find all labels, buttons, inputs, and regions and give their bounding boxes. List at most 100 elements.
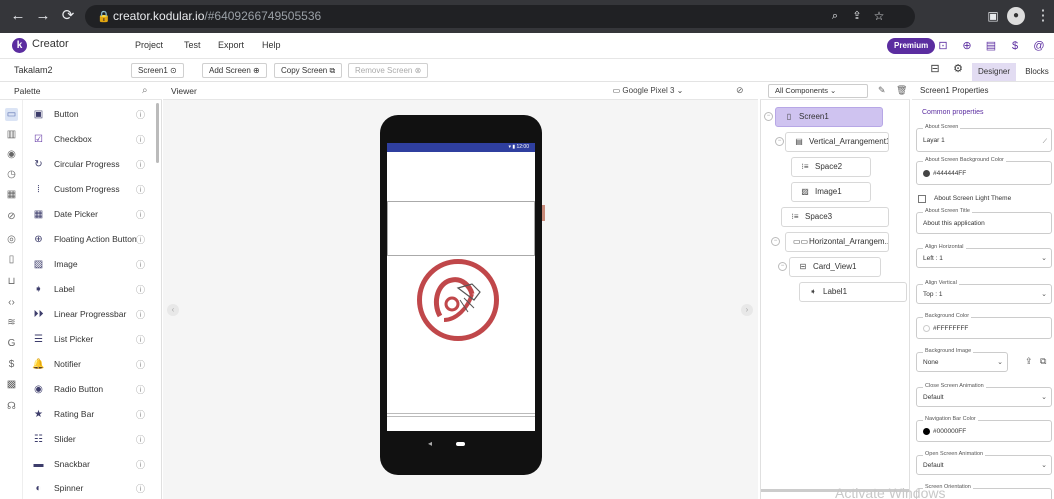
- reload-icon[interactable]: ⟳: [58, 6, 78, 26]
- copy-screen-button[interactable]: Copy Screen ⧉: [274, 63, 343, 78]
- back-icon[interactable]: ←: [8, 6, 28, 26]
- component-card-view1[interactable]: ⊟ Card_View1: [789, 257, 881, 277]
- category-social-icon[interactable]: ◎: [5, 233, 18, 246]
- kebab-menu-icon[interactable]: ⋮: [1033, 6, 1053, 26]
- category-drawing-icon[interactable]: ◷: [5, 168, 18, 181]
- collapse-icon[interactable]: −: [764, 112, 773, 121]
- palette-item-floating-action-button[interactable]: ⊕ Floating Action Button ⓘ: [32, 230, 152, 250]
- palette-item-rating-bar[interactable]: ★ Rating Bar ⓘ: [32, 405, 152, 425]
- billing-icon[interactable]: $: [1008, 38, 1022, 54]
- palette-item-label[interactable]: ➧ Label ⓘ: [32, 280, 152, 300]
- component-vertical-arrangement1[interactable]: ▤ Vertical_Arrangement1: [785, 132, 889, 152]
- category-maps-icon[interactable]: ▦: [5, 188, 18, 201]
- palette-item-button[interactable]: ▣ Button ⓘ: [32, 105, 152, 125]
- close-screen-animation-select[interactable]: Close Screen Animation Default ⌄: [916, 383, 1052, 407]
- app-logo-image[interactable]: [417, 259, 499, 341]
- info-icon[interactable]: ⓘ: [136, 433, 145, 446]
- category-monetization-icon[interactable]: $: [5, 358, 18, 371]
- palette-item-radio-button[interactable]: ◉ Radio Button ⓘ: [32, 380, 152, 400]
- open-screen-animation-select[interactable]: Open Screen Animation Default ⌄: [916, 451, 1052, 475]
- share-icon[interactable]: ⇪: [847, 6, 867, 26]
- info-icon[interactable]: ⓘ: [136, 308, 145, 321]
- category-lego-icon[interactable]: ≋: [5, 316, 18, 329]
- category-dynamic-icon[interactable]: ☊: [5, 400, 18, 413]
- blocks-tab[interactable]: Blocks: [1020, 63, 1054, 81]
- info-icon[interactable]: ⓘ: [136, 383, 145, 396]
- info-icon[interactable]: ⓘ: [136, 108, 145, 121]
- extension-icon[interactable]: ▣: [983, 6, 1003, 26]
- premium-button[interactable]: Premium: [887, 38, 936, 54]
- about-title-field[interactable]: About Screen Title About this applicatio…: [916, 208, 1052, 234]
- palette-item-spinner[interactable]: ◐ Spinner ⓘ: [32, 479, 152, 499]
- info-icon[interactable]: ⓘ: [136, 458, 145, 471]
- category-user-interface-icon[interactable]: ▭: [5, 108, 18, 121]
- remove-screen-button[interactable]: Remove Screen ⊗: [348, 63, 429, 78]
- category-sensors-icon[interactable]: ⊘: [5, 210, 18, 223]
- upload-icon[interactable]: ⇪: [1025, 356, 1033, 367]
- palette-item-slider[interactable]: ☷ Slider ⓘ: [32, 430, 152, 450]
- menu-project[interactable]: Project: [135, 40, 163, 50]
- component-space3[interactable]: ⁝≡ Space3: [781, 207, 889, 227]
- about-screen-field[interactable]: About Screen Layar 1 ⟋: [916, 124, 1052, 152]
- info-icon[interactable]: ⓘ: [136, 482, 145, 495]
- category-layout-icon[interactable]: ▥: [5, 128, 18, 141]
- menu-export[interactable]: Export: [218, 40, 244, 50]
- zoom-icon[interactable]: ⌕: [825, 6, 845, 26]
- category-storage-icon[interactable]: ▯: [5, 253, 18, 266]
- account-icon[interactable]: @: [1032, 38, 1046, 54]
- docs-icon[interactable]: ▤: [984, 38, 998, 54]
- about-bg-color-field[interactable]: About Screen Background Color #444444FF: [916, 157, 1052, 185]
- star-icon[interactable]: ☆: [869, 6, 889, 26]
- align-horizontal-select[interactable]: Align Horizontal Left : 1 ⌄: [916, 244, 1052, 268]
- palette-item-circular-progress[interactable]: ↻ Circular Progress ⓘ: [32, 155, 152, 175]
- menu-test[interactable]: Test: [184, 40, 201, 50]
- info-icon[interactable]: ⓘ: [136, 283, 145, 296]
- component-screen1[interactable]: ▯ Screen1: [775, 107, 883, 127]
- info-icon[interactable]: ⓘ: [136, 158, 145, 171]
- palette-item-custom-progress[interactable]: ⦙ Custom Progress ⓘ: [32, 180, 152, 200]
- category-connectivity-icon[interactable]: ‹›: [5, 296, 18, 309]
- preview-icon[interactable]: ⊟: [928, 61, 942, 77]
- delete-icon[interactable]: 🗑: [896, 85, 907, 96]
- horizontal-arrangement-preview[interactable]: [387, 413, 535, 417]
- category-utilities-icon[interactable]: ⊔: [5, 275, 18, 288]
- designer-tab[interactable]: Designer: [972, 63, 1016, 81]
- palette-item-list-picker[interactable]: ☰ List Picker ⓘ: [32, 330, 152, 350]
- hide-hidden-components-icon[interactable]: ⊘: [736, 85, 744, 96]
- palette-item-image[interactable]: ▨ Image ⓘ: [32, 255, 152, 275]
- category-google-icon[interactable]: G: [5, 337, 18, 350]
- address-bar[interactable]: 🔒 creator.kodular.io/#6409266749505536 ☆…: [85, 5, 915, 28]
- info-icon[interactable]: ⓘ: [136, 258, 145, 271]
- add-screen-button[interactable]: Add Screen ⊕: [202, 63, 267, 78]
- info-icon[interactable]: ⓘ: [136, 133, 145, 146]
- background-color-field[interactable]: Background Color #FFFFFFFF: [916, 313, 1052, 339]
- info-icon[interactable]: ⓘ: [136, 208, 145, 221]
- open-external-icon[interactable]: ⧉: [1040, 356, 1046, 367]
- companion-icon[interactable]: ⊕: [960, 38, 974, 54]
- forward-icon[interactable]: →: [33, 6, 53, 26]
- component-image1[interactable]: ▨ Image1: [791, 182, 871, 202]
- background-image-select[interactable]: Background Image None ⌄: [916, 348, 1008, 372]
- light-theme-checkbox[interactable]: About Screen Light Theme: [918, 194, 1048, 206]
- info-icon[interactable]: ⓘ: [136, 233, 145, 246]
- collapse-icon[interactable]: −: [771, 237, 780, 246]
- category-media-icon[interactable]: ◉: [5, 148, 18, 161]
- palette-item-checkbox[interactable]: ☑ Checkbox ⓘ: [32, 130, 152, 150]
- collapse-icon[interactable]: −: [775, 137, 784, 146]
- info-icon[interactable]: ⓘ: [136, 333, 145, 346]
- import-icon[interactable]: ⊡: [936, 38, 950, 54]
- palette-scrollbar[interactable]: [156, 103, 159, 163]
- align-vertical-select[interactable]: Align Vertical Top : 1 ⌄: [916, 280, 1052, 304]
- chevron-right-icon[interactable]: ›: [741, 304, 753, 316]
- palette-item-date-picker[interactable]: ▦ Date Picker ⓘ: [32, 205, 152, 225]
- settings-icon[interactable]: ⚙: [951, 61, 965, 77]
- chevron-left-icon[interactable]: ‹: [167, 304, 179, 316]
- component-label1[interactable]: ➧ Label1: [799, 282, 907, 302]
- profile-icon[interactable]: ●: [1007, 7, 1025, 25]
- palette-item-snackbar[interactable]: ▬ Snackbar ⓘ: [32, 455, 152, 475]
- component-horizontal-arrangement[interactable]: ▭▭Horizontal_Arrangem...: [785, 232, 889, 252]
- menu-help[interactable]: Help: [262, 40, 281, 50]
- info-icon[interactable]: ⓘ: [136, 408, 145, 421]
- rename-icon[interactable]: ✎: [878, 85, 886, 96]
- device-select[interactable]: ▭ Google Pixel 3 ⌄: [588, 83, 708, 98]
